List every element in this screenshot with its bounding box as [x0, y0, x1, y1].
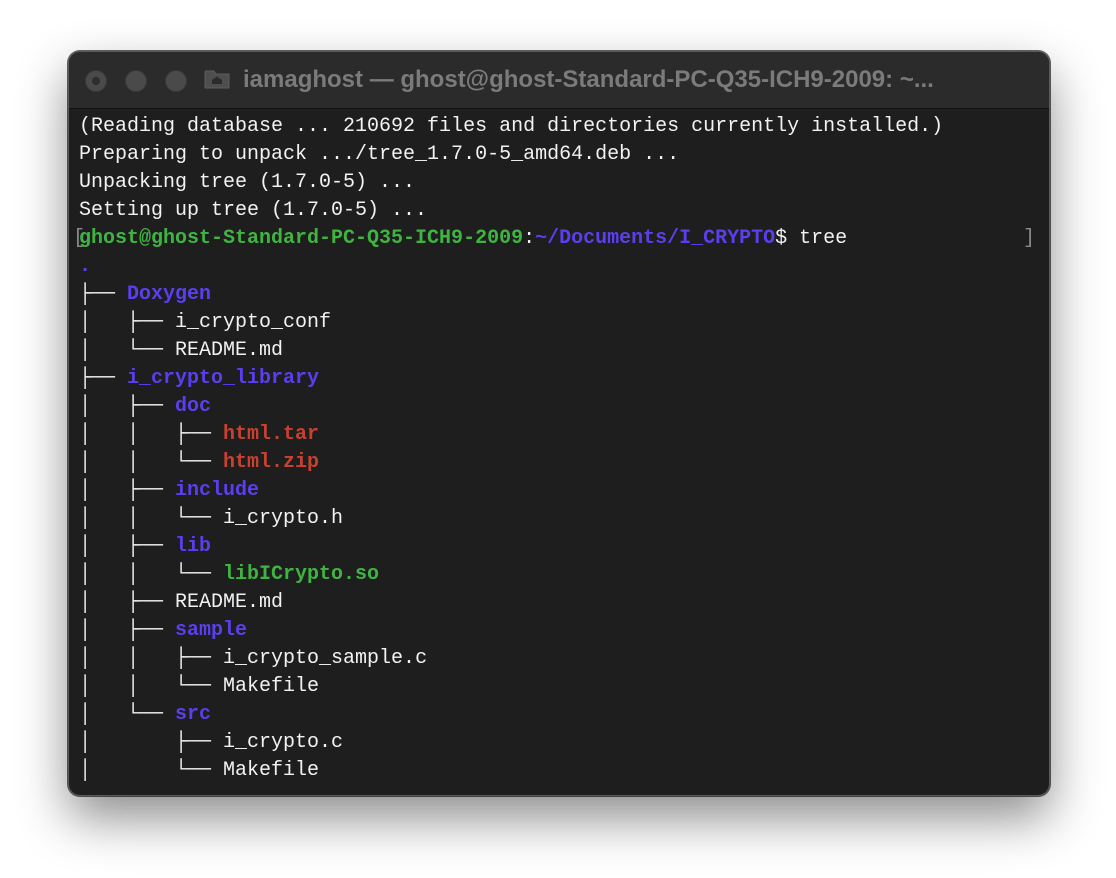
tree-file-name: html.zip: [223, 451, 320, 474]
tree-branch: ├──: [79, 367, 128, 390]
tree-branch: │ │ └──: [79, 563, 224, 586]
tree-line: │ │ └── i_crypto.h: [79, 505, 1039, 533]
tree-file-name: i_crypto_conf: [175, 311, 332, 334]
command-text: tree: [799, 227, 848, 250]
tree-branch: │ │ ├──: [79, 423, 224, 446]
prompt-line: [ghost@ghost-Standard-PC-Q35-ICH9-2009:~…: [73, 225, 1039, 253]
window-title: iamaghost — ghost@ghost-Standard-PC-Q35-…: [243, 66, 934, 93]
tree-directory-name: Doxygen: [127, 283, 212, 306]
prompt-open-bracket: [: [73, 227, 86, 250]
tree-branch: │ ├──: [79, 395, 176, 418]
tree-branch: │ │ └──: [79, 451, 224, 474]
title-bar[interactable]: iamaghost — ghost@ghost-Standard-PC-Q35-…: [69, 52, 1049, 109]
terminal-window: iamaghost — ghost@ghost-Standard-PC-Q35-…: [68, 51, 1050, 796]
tree-line: │ ├── include: [79, 477, 1039, 505]
prompt-close-bracket: ]: [1022, 227, 1035, 250]
tree-branch: │ ├──: [79, 591, 176, 614]
prompt-symbol: $: [775, 227, 800, 250]
tree-file-name: i_crypto_sample.c: [223, 647, 428, 670]
tree-file-name: i_crypto.h: [223, 507, 344, 530]
tree-line: │ └── Makefile: [79, 757, 1039, 785]
tree-branch: │ │ └──: [79, 507, 224, 530]
tree-line: │ ├── sample: [79, 617, 1039, 645]
output-line: (Reading database ... 210692 files and d…: [79, 115, 944, 138]
terminal-output[interactable]: (Reading database ... 210692 files and d…: [73, 113, 1039, 795]
tree-branch: │ │ ├──: [79, 647, 224, 670]
home-folder-icon: [203, 67, 231, 91]
output-line: Unpacking tree (1.7.0-5) ...: [79, 171, 416, 194]
tree-branch: │ ├──: [79, 479, 176, 502]
tree-branch: │ │ └──: [79, 675, 224, 698]
tree-line: ├── i_crypto_library: [79, 365, 1039, 393]
tree-directory-name: lib: [175, 535, 212, 558]
tree-line: │ ├── i_crypto_conf: [79, 309, 1039, 337]
prompt-user-host: ghost@ghost-Standard-PC-Q35-ICH9-2009: [79, 227, 524, 250]
prompt-path: ~/Documents/I_CRYPTO: [535, 227, 776, 250]
close-button[interactable]: [85, 70, 107, 92]
tree-line: │ │ └── libICrypto.so: [79, 561, 1039, 589]
tree-branch: │ ├──: [79, 731, 224, 754]
tree-file-name: README.md: [175, 591, 284, 614]
output-line: Setting up tree (1.7.0-5) ...: [79, 199, 428, 222]
tree-branch: │ └──: [79, 759, 224, 782]
output-line: Preparing to unpack .../tree_1.7.0-5_amd…: [79, 143, 680, 166]
tree-branch: │ ├──: [79, 619, 176, 642]
tree-branch: │ └──: [79, 703, 176, 726]
tree-directory-name: src: [175, 703, 212, 726]
tree-line: │ │ ├── html.tar: [79, 421, 1039, 449]
tree-file-name: README.md: [175, 339, 284, 362]
tree-directory-name: .: [79, 255, 92, 278]
tree-listing: . ├── Doxygen │ ├── i_crypto_conf │ └── REA…: [79, 253, 1039, 785]
tree-file-name: libICrypto.so: [223, 563, 380, 586]
tree-file-name: i_crypto.c: [223, 731, 344, 754]
tree-file-name: Makefile: [223, 675, 320, 698]
tree-branch: │ ├──: [79, 535, 176, 558]
tree-line: │ │ └── html.zip: [79, 449, 1039, 477]
minimize-button[interactable]: [125, 70, 147, 92]
zoom-button[interactable]: [165, 70, 187, 92]
prompt-separator: :: [523, 227, 536, 250]
tree-branch: │ ├──: [79, 311, 176, 334]
tree-directory-name: sample: [175, 619, 248, 642]
tree-line: .: [79, 253, 1039, 281]
tree-line: │ ├── README.md: [79, 589, 1039, 617]
tree-line: │ ├── lib: [79, 533, 1039, 561]
tree-file-name: Makefile: [223, 759, 320, 782]
tree-directory-name: include: [175, 479, 260, 502]
tree-line: │ ├── i_crypto.c: [79, 729, 1039, 757]
tree-line: │ ├── doc: [79, 393, 1039, 421]
tree-line: │ └── src: [79, 701, 1039, 729]
tree-line: │ │ └── Makefile: [79, 673, 1039, 701]
tree-line: │ └── README.md: [79, 337, 1039, 365]
tree-branch: │ └──: [79, 339, 176, 362]
tree-line: │ │ ├── i_crypto_sample.c: [79, 645, 1039, 673]
tree-file-name: html.tar: [223, 423, 320, 446]
tree-branch: ├──: [79, 283, 128, 306]
tree-line: ├── Doxygen: [79, 281, 1039, 309]
tree-directory-name: i_crypto_library: [127, 367, 320, 390]
tree-directory-name: doc: [175, 395, 212, 418]
